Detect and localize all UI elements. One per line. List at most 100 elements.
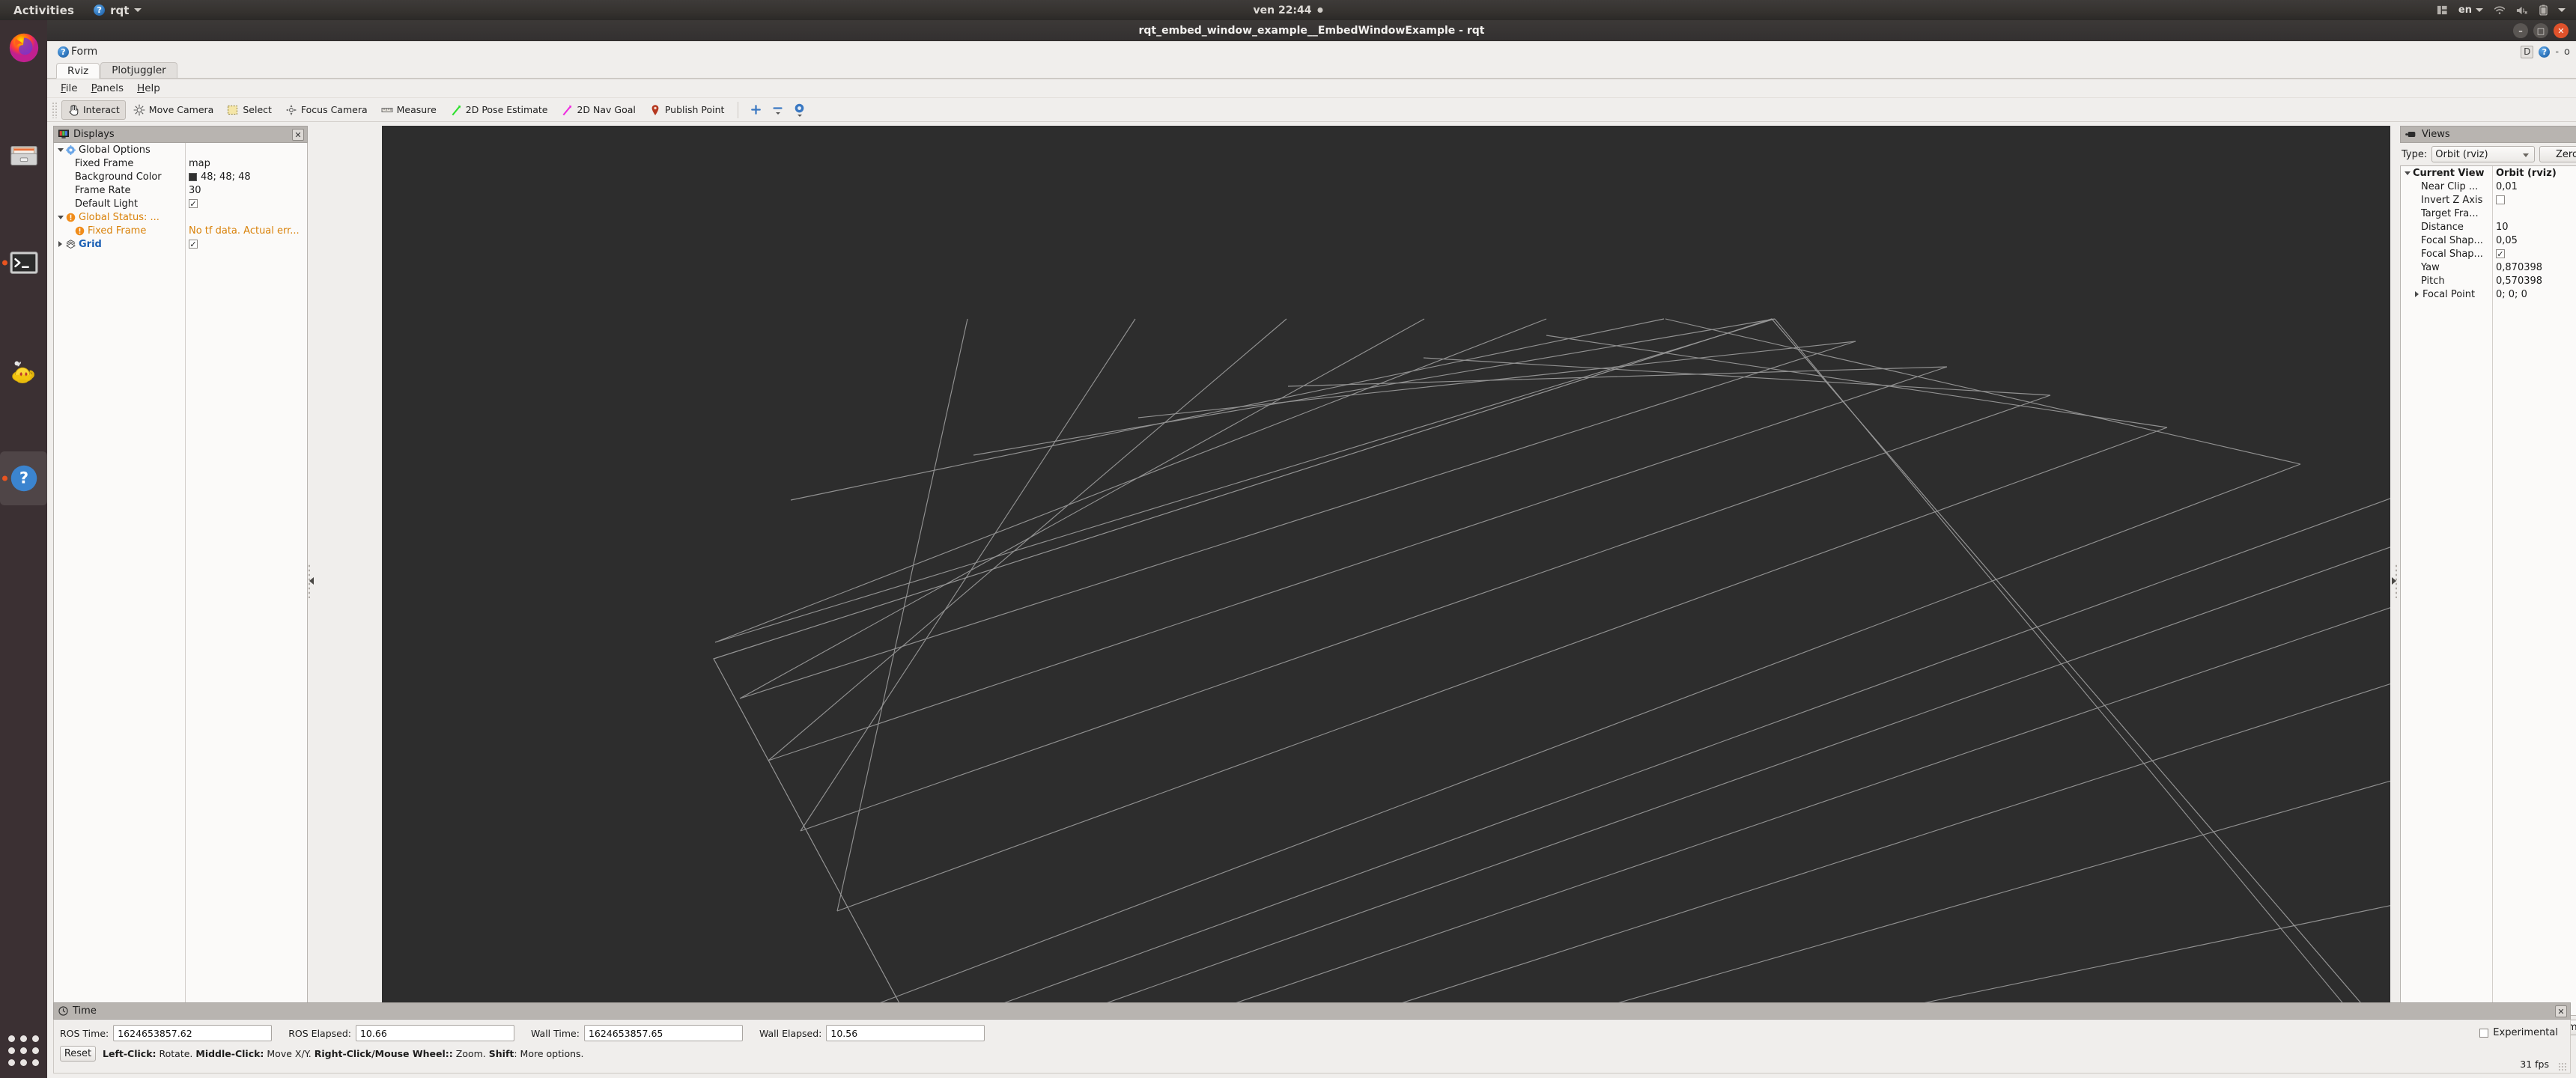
view-tree-row[interactable]: Target Fra... [2401,207,2576,220]
view-row-checkbox[interactable]: ✓ [2496,249,2505,258]
display-tree-row[interactable]: Global Status: ... [54,210,307,224]
view-row-value-cell[interactable]: ✓ [2492,249,2576,258]
view-row-name-cell[interactable]: Current View [2401,166,2492,180]
views-property-tree[interactable]: Current View Orbit (rviz) Near Clip ... 0,0… [2400,165,2576,1016]
tool-properties-button[interactable] [789,103,809,117]
tab-rviz[interactable]: Rviz [56,63,100,79]
view-row-name-cell[interactable]: Near Clip ... [2401,180,2492,193]
display-row-name-cell[interactable]: Default Light [54,197,185,210]
view-row-checkbox[interactable] [2496,195,2505,204]
display-row-value-cell[interactable]: 48; 48; 48 [185,171,307,183]
display-tree-row[interactable]: Global Options [54,143,307,156]
dock-float-button[interactable]: o [2564,46,2570,58]
wall-time-input[interactable]: 1624653857.65 [583,1025,743,1041]
view-row-value-cell[interactable]: 10 [2492,222,2576,233]
view-row-name-cell[interactable]: Yaw [2401,261,2492,274]
dock-item-terminal[interactable] [0,236,47,290]
display-row-name-cell[interactable]: Global Options [54,143,185,156]
dock-item-rqt[interactable]: ? [0,451,47,505]
collapse-arrow-icon[interactable] [58,241,62,247]
battery-icon[interactable] [2539,4,2548,16]
window-title-bar[interactable]: rqt_embed_window_example__EmbedWindowExa… [47,20,2576,41]
display-row-name-cell[interactable]: Global Status: ... [54,210,185,224]
minimize-button[interactable]: – [2513,23,2528,38]
close-icon[interactable]: ✕ [292,129,304,141]
experimental-toggle[interactable]: Experimental [2479,1027,2558,1038]
display-row-name-cell[interactable]: Fixed Frame [54,224,185,237]
view-tree-row[interactable]: Pitch 0,570398 [2401,274,2576,287]
view-row-name-cell[interactable]: Distance [2401,220,2492,234]
display-tree-row[interactable]: Frame Rate 30 [54,183,307,197]
activities-button[interactable]: Activities [0,4,86,17]
dock-toggle-button[interactable]: D [2521,45,2534,58]
view-tree-row[interactable]: Yaw 0,870398 [2401,261,2576,274]
dock-item-firefox[interactable] [0,20,47,74]
view-type-select[interactable]: Orbit (rviz) [2431,146,2535,162]
display-row-name-cell[interactable]: Background Color [54,170,185,183]
time-panel-title-bar[interactable]: Time ✕ [53,1002,2571,1020]
tool-measure[interactable]: Measure [375,100,443,120]
tool-move-camera[interactable]: Move Camera [127,100,220,120]
view-row-name-cell[interactable]: Focal Shap... [2401,247,2492,261]
right-splitter-handle[interactable] [2390,126,2397,1035]
keyboard-layout-icon[interactable] [2437,4,2448,16]
remove-tool-button[interactable] [768,105,788,115]
volume-muted-icon[interactable] [2516,5,2529,16]
displays-property-tree[interactable]: Global Options Fixed Frame map Background C… [53,143,308,1016]
experimental-checkbox[interactable] [2479,1028,2489,1038]
display-row-value-cell[interactable]: 30 [185,185,307,196]
view-row-value-cell[interactable]: 0; 0; 0 [2492,289,2576,300]
view-row-name-cell[interactable]: Focal Shap... [2401,234,2492,247]
view-row-name-cell[interactable]: Pitch [2401,274,2492,287]
reset-button[interactable]: Reset [60,1046,96,1062]
tool-publish-point[interactable]: Publish Point [643,100,731,120]
tab-plotjuggler[interactable]: Plotjuggler [100,62,177,78]
dock-item-files[interactable] [0,128,47,182]
view-row-value-cell[interactable]: 0,570398 [2492,275,2576,287]
view-row-value-cell[interactable]: 0,01 [2492,181,2576,192]
display-row-name-cell[interactable]: Frame Rate [54,183,185,197]
views-panel-title-bar[interactable]: Views ✕ [2400,126,2576,143]
view-row-value-cell[interactable]: Orbit (rviz) [2492,168,2576,179]
display-tree-row[interactable]: Fixed Frame No tf data. Actual err... [54,224,307,237]
ros-elapsed-input[interactable]: 10.66 [355,1025,514,1041]
wifi-icon[interactable] [2494,5,2506,16]
display-row-name-cell[interactable]: Grid [54,237,185,251]
view-tree-row[interactable]: Invert Z Axis [2401,193,2576,207]
left-splitter-handle[interactable] [308,126,315,1035]
display-row-value-cell[interactable]: ✓ [185,199,307,208]
display-tree-row[interactable]: Grid ✓ [54,237,307,251]
menu-help[interactable]: Help [131,81,166,96]
zero-button[interactable]: Zero [2539,146,2576,162]
dock-help-icon[interactable]: ? [2539,46,2551,58]
resize-grip[interactable] [2558,1062,2567,1071]
dock-item-genie-lamp[interactable] [0,344,47,398]
display-tree-row[interactable]: Background Color 48; 48; 48 [54,170,307,183]
collapse-arrow-icon[interactable] [2415,291,2419,297]
view-tree-row[interactable]: Distance 10 [2401,220,2576,234]
dock-minimize-button[interactable]: - [2555,46,2559,58]
rviz-3d-viewport[interactable] [382,126,2390,1035]
view-tree-row[interactable]: Focal Shap... 0,05 [2401,234,2576,247]
display-row-value-cell[interactable]: ✓ [185,240,307,249]
expand-arrow-icon[interactable] [58,215,64,219]
tree-column-divider[interactable] [2492,166,2493,1015]
tool-focus-camera[interactable]: Focus Camera [279,100,374,120]
view-tree-row[interactable]: Focal Shap... ✓ [2401,247,2576,261]
tool-select[interactable]: Select [221,100,278,120]
display-row-value-cell[interactable]: map [185,158,307,169]
view-row-name-cell[interactable]: Target Fra... [2401,207,2492,220]
app-menu-rqt[interactable]: ? rqt [86,4,149,17]
clock-button[interactable]: ven 22:44 [1253,4,1323,16]
maximize-button[interactable]: □ [2533,23,2548,38]
view-row-value-cell[interactable] [2492,195,2576,204]
display-tree-row[interactable]: Default Light ✓ [54,197,307,210]
expand-arrow-icon[interactable] [2405,171,2411,175]
tool-2d-nav-goal[interactable]: 2D Nav Goal [555,100,641,120]
view-row-name-cell[interactable]: Invert Z Axis [2401,193,2492,207]
display-row-name-cell[interactable]: Fixed Frame [54,156,185,170]
menu-panels[interactable]: Panels [85,81,130,96]
wall-elapsed-input[interactable]: 10.56 [826,1025,985,1041]
view-tree-row[interactable]: Near Clip ... 0,01 [2401,180,2576,193]
language-indicator[interactable]: en [2458,4,2483,16]
